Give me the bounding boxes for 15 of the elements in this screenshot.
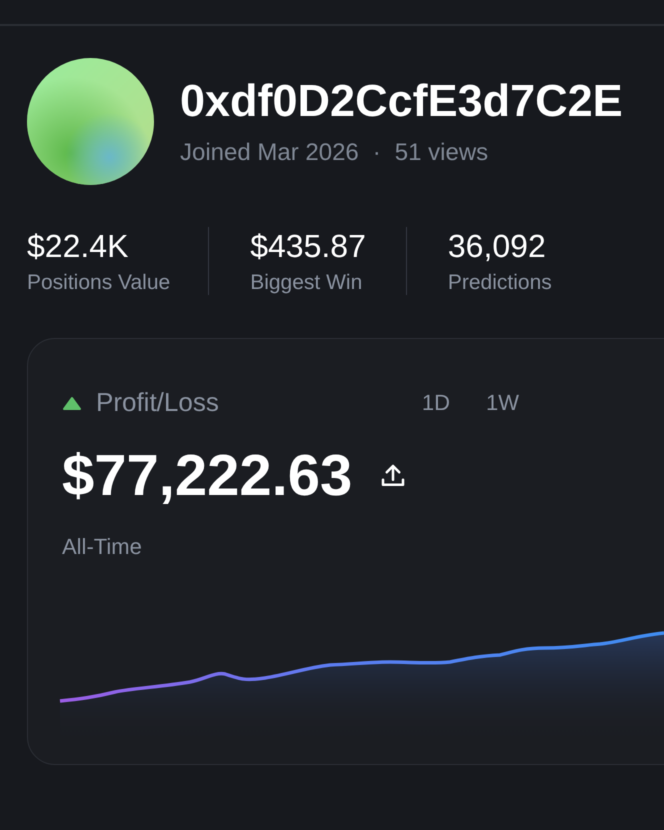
wallet-address: 0xdf0D2CcfE3d7C2E bbox=[180, 76, 623, 126]
card-title: Profit/Loss bbox=[96, 387, 220, 418]
stat-value: 36,092 bbox=[448, 227, 547, 265]
period-label: All-Time bbox=[62, 534, 143, 560]
range-tab[interactable]: 1W bbox=[482, 388, 523, 418]
stat-label: Predictions bbox=[448, 271, 552, 295]
stat-label: Biggest Win bbox=[250, 271, 364, 295]
stat-label: Positions Value bbox=[27, 271, 170, 295]
view-count: 51 views bbox=[394, 139, 488, 168]
joined-date: Joined Mar 2026 bbox=[180, 139, 359, 168]
stat-value: $22.4K bbox=[27, 227, 130, 265]
separator-dot: · bbox=[372, 139, 381, 168]
range-tab[interactable]: 1D bbox=[418, 388, 454, 418]
pnl-amount: $77,222.63 bbox=[62, 444, 352, 508]
stat-value: $435.87 bbox=[250, 227, 366, 265]
